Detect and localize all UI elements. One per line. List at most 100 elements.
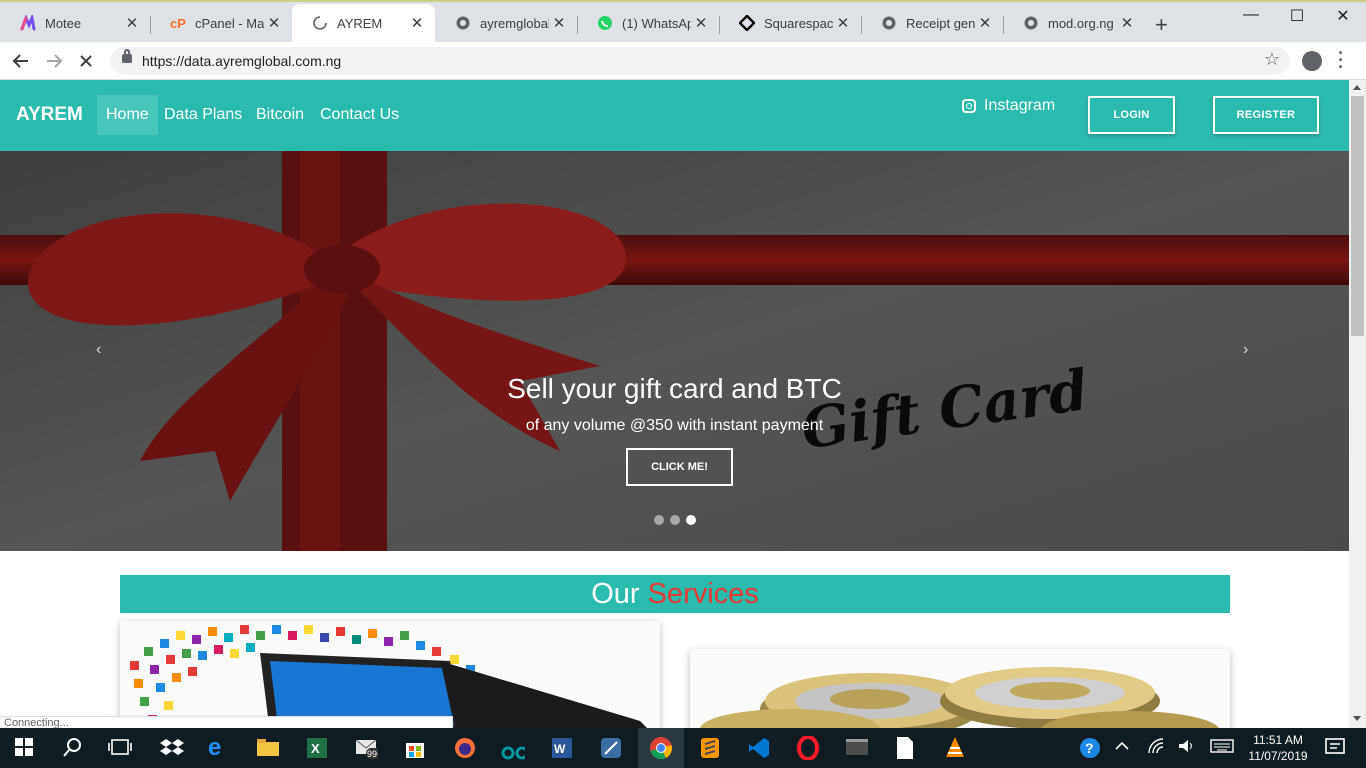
arduino-icon[interactable] <box>501 736 525 760</box>
scroll-down-icon[interactable] <box>1353 716 1361 721</box>
tab-title: cPanel - Main <box>195 15 264 31</box>
service-card-bitcoin[interactable] <box>690 649 1230 728</box>
tab-motee[interactable]: Motee ✕ <box>0 4 150 42</box>
bookmark-star-icon[interactable]: ☆ <box>1264 49 1280 70</box>
sublime-text-icon[interactable] <box>698 736 722 760</box>
tab-receipt[interactable]: Receipt genera ✕ <box>861 4 1003 42</box>
close-window-button[interactable]: ✕ <box>1320 6 1366 26</box>
excel-icon[interactable]: X <box>305 736 329 760</box>
notifications-icon[interactable] <box>1324 736 1348 760</box>
address-bar[interactable]: https://data.ayremglobal.com.ng ☆ <box>110 47 1290 75</box>
windows-taskbar: e X 99+ W ? 11:51 AM 11/07/2019 <box>0 728 1366 768</box>
clock-time: 11:51 AM <box>1253 733 1303 747</box>
tab-whatsapp[interactable]: (1) WhatsApp ✕ <box>577 4 719 42</box>
edge-browser-icon[interactable]: e <box>208 736 232 760</box>
back-button[interactable] <box>8 48 34 74</box>
browser-toolbar: https://data.ayremglobal.com.ng ☆ · · · <box>0 42 1366 80</box>
register-button[interactable]: REGISTER <box>1213 96 1319 134</box>
tab-cpanel[interactable]: cP cPanel - Main ✕ <box>150 4 292 42</box>
carousel-indicator-3[interactable] <box>686 515 696 525</box>
whatsapp-logo-icon <box>597 15 613 31</box>
maximize-button[interactable]: ☐ <box>1274 6 1320 26</box>
carousel-prev-button[interactable]: ‹ <box>96 341 101 359</box>
close-tab-icon[interactable]: ✕ <box>1117 14 1137 32</box>
svg-text:?: ? <box>1085 740 1094 756</box>
nav-bitcoin[interactable]: Bitcoin <box>247 95 313 135</box>
close-tab-icon[interactable]: ✕ <box>833 14 853 32</box>
carousel-indicator-1[interactable] <box>654 515 664 525</box>
page-scrollbar[interactable] <box>1349 80 1366 728</box>
store-icon[interactable] <box>403 736 427 760</box>
carousel-next-button[interactable]: › <box>1243 341 1248 359</box>
close-tab-icon[interactable]: ✕ <box>122 14 142 32</box>
service-card-data[interactable] <box>120 621 660 728</box>
volume-icon[interactable] <box>1176 736 1200 760</box>
vscode-icon[interactable] <box>747 736 771 760</box>
scroll-up-icon[interactable] <box>1353 85 1361 90</box>
loading-spinner-icon <box>312 15 328 31</box>
word-icon[interactable]: W <box>550 736 574 760</box>
site-navbar: AYREM Home Data Plans Bitcoin Contact Us… <box>0 80 1349 151</box>
arrow-left-icon <box>12 54 28 68</box>
opera-icon[interactable] <box>796 736 820 760</box>
firefox-icon[interactable] <box>453 736 477 760</box>
chrome-icon[interactable] <box>649 736 673 760</box>
forward-button[interactable] <box>41 48 67 74</box>
mail-icon[interactable]: 99+ <box>354 736 378 760</box>
instagram-label: Instagram <box>984 97 1056 114</box>
stop-loading-button[interactable] <box>73 48 99 74</box>
help-icon[interactable]: ? <box>1078 736 1102 760</box>
close-tab-icon[interactable]: ✕ <box>407 14 427 32</box>
arrow-right-icon <box>47 54 63 68</box>
page-viewport: AYREM Home Data Plans Bitcoin Contact Us… <box>0 80 1349 728</box>
browser-menu-icon[interactable]: · · · <box>1338 44 1344 76</box>
keyboard-icon[interactable] <box>1210 736 1234 760</box>
search-icon[interactable] <box>62 736 86 760</box>
windows-start-icon[interactable] <box>14 736 38 760</box>
tab-title: ayremglobal.c <box>480 15 549 31</box>
tab-title: Receipt genera <box>906 15 975 31</box>
motee-logo-icon <box>20 15 36 31</box>
click-me-button[interactable]: CLICK ME! <box>626 448 733 486</box>
gift-ribbon-image: Gift Card <box>0 151 1349 551</box>
nav-contact-us[interactable]: Contact Us <box>311 95 408 135</box>
chevron-up-icon[interactable] <box>1112 736 1136 760</box>
profile-avatar-icon[interactable] <box>1302 51 1322 71</box>
close-tab-icon[interactable]: ✕ <box>549 14 569 32</box>
tab-squarespace[interactable]: Squarespace E ✕ <box>719 4 861 42</box>
app-icons-laptop-image <box>120 621 660 728</box>
url-text[interactable]: https://data.ayremglobal.com.ng <box>142 53 341 69</box>
nav-home[interactable]: Home <box>97 95 158 135</box>
close-tab-icon[interactable]: ✕ <box>264 14 284 32</box>
task-view-icon[interactable] <box>108 736 132 760</box>
scrollbar-thumb[interactable] <box>1351 96 1364 336</box>
instagram-link[interactable]: Instagram <box>962 97 1055 115</box>
instagram-icon <box>962 99 976 113</box>
login-button[interactable]: LOGIN <box>1088 96 1175 134</box>
vlc-icon[interactable] <box>943 736 967 760</box>
carousel-title: Sell your gift card and BTC <box>507 373 842 404</box>
new-tab-button[interactable]: + <box>1155 12 1168 38</box>
tab-ayrem[interactable]: AYREM ✕ <box>292 4 435 42</box>
feather-app-icon[interactable] <box>599 736 623 760</box>
site-brand[interactable]: AYREM <box>16 104 83 126</box>
close-tab-icon[interactable]: ✕ <box>975 14 995 32</box>
carousel-indicator-2[interactable] <box>670 515 680 525</box>
wifi-icon[interactable] <box>1146 736 1170 760</box>
lock-icon <box>122 49 132 63</box>
tab-ayremglobal[interactable]: ayremglobal.c ✕ <box>435 4 577 42</box>
notepad-icon[interactable] <box>894 736 918 760</box>
globe-icon <box>881 15 897 31</box>
close-tab-icon[interactable]: ✕ <box>691 14 711 32</box>
nav-data-plans[interactable]: Data Plans <box>155 95 251 135</box>
tab-title: (1) WhatsApp <box>622 15 691 31</box>
terminal-icon[interactable] <box>845 736 869 760</box>
tab-mod-org[interactable]: mod.org.ng ✕ <box>1003 4 1145 42</box>
minimize-button[interactable]: — <box>1228 6 1274 24</box>
tab-strip: Motee ✕ cP cPanel - Main ✕ AYREM ✕ ayrem… <box>0 0 1366 42</box>
close-icon <box>80 55 92 67</box>
file-explorer-icon[interactable] <box>256 736 280 760</box>
taskbar-clock[interactable]: 11:51 AM 11/07/2019 <box>1244 732 1312 764</box>
dropbox-icon[interactable] <box>160 736 184 760</box>
mail-badge: 99+ <box>367 749 378 759</box>
